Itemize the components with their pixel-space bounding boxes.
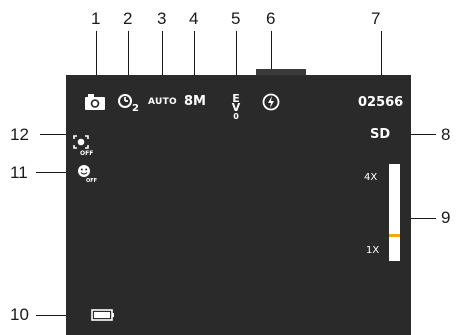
callout-1: 1 (91, 9, 101, 28)
zoom-min-label: 1X (366, 245, 380, 256)
face-detection-off-label: OFF (80, 150, 94, 157)
zoom-max-label: 4X (364, 172, 378, 183)
callout-10: 10 (10, 305, 29, 324)
flash-auto-icon (262, 93, 280, 111)
resolution-label: 8M (184, 94, 206, 109)
zoom-level-indicator (389, 234, 400, 237)
callout-3: 3 (157, 9, 167, 28)
callout-7: 7 (371, 9, 381, 28)
callout-5: 5 (231, 9, 241, 28)
zoom-bar (389, 164, 400, 261)
callout-11: 11 (10, 163, 28, 182)
face-detection-icon (73, 135, 89, 149)
callout-6: 6 (266, 9, 276, 28)
smile-shutter-off-label: OFF (86, 178, 98, 184)
callout-8: 8 (441, 125, 451, 144)
ev-value: 0 (233, 112, 239, 121)
callout-9: 9 (441, 208, 451, 227)
callout-2: 2 (123, 9, 133, 28)
callout-12: 12 (10, 125, 29, 144)
self-timer-seconds: 2 (132, 103, 139, 114)
remaining-shots-count: 02566 (358, 95, 404, 110)
battery-icon (91, 309, 114, 321)
smile-shutter-icon (78, 165, 90, 177)
self-timer-icon (118, 94, 132, 108)
ev-letter-v: V (231, 101, 241, 114)
exposure-value-indicator: EV 0 (228, 93, 244, 121)
scene-mode-label: AUTO (148, 97, 177, 107)
callout-4: 4 (189, 9, 199, 28)
camera-icon (85, 94, 105, 110)
storage-indicator: SD (370, 127, 391, 142)
